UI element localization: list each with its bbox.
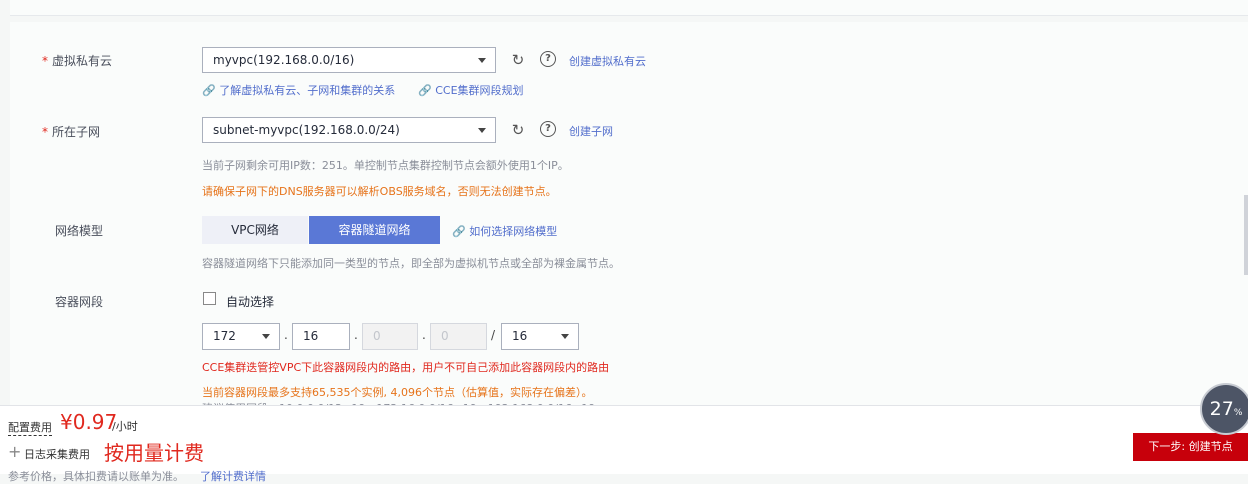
- help-icon[interactable]: ?: [540, 121, 556, 137]
- network-model-help-link-text: 如何选择网络模型: [469, 225, 558, 238]
- create-vpc-link[interactable]: 创建虚拟私有云: [569, 53, 646, 69]
- required-mark: *: [42, 54, 48, 68]
- cidr-octet-1-select[interactable]: 172: [202, 323, 280, 350]
- cidr-capacity-warning: 当前容器网段最多支持65,535个实例, 4,096个节点（估算值，实际存在偏差…: [202, 386, 593, 399]
- cidr-route-error: CCE集群迭管控VPC下此容器网段内的路由，用户不可自己添加此容器网段内的路由: [202, 361, 610, 374]
- chevron-down-icon: [262, 334, 270, 339]
- link-icon: 🔗: [452, 225, 466, 238]
- cidr-mask-value: 16: [512, 329, 528, 343]
- cidr-octet-3-input: 0: [362, 323, 418, 350]
- vpc-select-value: myvpc(192.168.0.0/16): [213, 53, 355, 67]
- vpc-label: * 虚拟私有云: [42, 52, 112, 69]
- chevron-down-icon: [478, 58, 486, 63]
- cidr-mask-select[interactable]: 16: [501, 323, 579, 350]
- auto-select-label: 自动选择: [226, 295, 275, 309]
- vpc-select[interactable]: myvpc(192.168.0.0/16): [202, 47, 496, 73]
- vpc-label-text: 虚拟私有云: [52, 54, 113, 68]
- required-mark: *: [42, 125, 48, 139]
- mask-separator: /: [491, 328, 496, 342]
- vpc-relation-link[interactable]: 🔗 了解虚拟私有云、子网和集群的关系: [202, 82, 395, 98]
- subnet-dns-warning: 请确保子网下的DNS服务器可以解析OBS服务域名，否则无法创建节点。: [202, 185, 557, 198]
- scrollbar[interactable]: [1244, 195, 1248, 275]
- vpc-relation-link-text: 了解虚拟私有云、子网和集群的关系: [219, 84, 396, 97]
- octet-separator: .: [354, 328, 358, 342]
- tunnel-network-option[interactable]: 容器隧道网络: [309, 216, 440, 244]
- progress-value: 27: [1209, 398, 1234, 420]
- network-model-hint: 容器隧道网络下只能添加同一类型的节点，即全部为虚拟机节点或全部为裸金属节点。: [202, 257, 620, 270]
- cidr-octet-2-input[interactable]: 16: [292, 323, 350, 350]
- network-model-help-link[interactable]: 🔗 如何选择网络模型: [452, 223, 557, 239]
- subnet-select-value: subnet-myvpc(192.168.0.0/24): [213, 123, 400, 137]
- subnet-label-text: 所在子网: [52, 125, 101, 139]
- previous-section-card: [10, 0, 1248, 16]
- log-fee-label: 日志采集费用: [24, 448, 90, 461]
- cidr-octet-4-input: 0: [430, 323, 487, 350]
- octet-separator: .: [284, 328, 288, 342]
- expand-plus-icon[interactable]: +: [8, 442, 21, 461]
- refresh-icon[interactable]: ↻: [510, 52, 526, 68]
- footer-bar: 配置费用 ¥0.97 /小时 + 日志采集费用 按用量计费 参考价格，具体扣费请…: [0, 405, 1248, 483]
- log-fee-value: 按用量计费: [104, 441, 204, 465]
- chevron-down-icon: [561, 334, 569, 339]
- cidr-octet-1-value: 172: [213, 329, 236, 343]
- price-reference-note: 参考价格，具体扣费请以账单为准。: [8, 470, 184, 483]
- refresh-icon[interactable]: ↻: [510, 122, 526, 138]
- cidr-planning-link-text: CCE集群网段规划: [435, 84, 524, 97]
- vpc-network-option[interactable]: VPC网络: [202, 216, 308, 244]
- octet-separator: .: [422, 328, 426, 342]
- link-icon: 🔗: [202, 84, 216, 97]
- progress-unit: %: [1233, 408, 1243, 418]
- config-fee-label: 配置费用: [8, 421, 52, 436]
- container-cidr-label: 容器网段: [55, 295, 104, 309]
- network-model-label: 网络模型: [55, 224, 104, 238]
- next-create-node-button[interactable]: 下一步: 创建节点: [1133, 433, 1248, 461]
- create-subnet-link[interactable]: 创建子网: [569, 123, 613, 139]
- help-icon[interactable]: ?: [540, 51, 556, 67]
- chevron-down-icon: [478, 128, 486, 133]
- config-fee-unit: /小时: [112, 420, 138, 433]
- billing-details-link[interactable]: 了解计费详情: [200, 468, 266, 484]
- link-icon: 🔗: [418, 84, 432, 97]
- config-fee-price: ¥0.97: [60, 410, 118, 434]
- subnet-label: * 所在子网: [42, 123, 100, 140]
- progress-indicator: 27%: [1200, 383, 1248, 435]
- cidr-planning-link[interactable]: 🔗 CCE集群网段规划: [418, 82, 524, 98]
- subnet-ip-hint: 当前子网剩余可用IP数：251。单控制节点集群控制节点会额外使用1个IP。: [202, 159, 569, 172]
- subnet-select[interactable]: subnet-myvpc(192.168.0.0/24): [202, 117, 496, 143]
- network-settings-panel: [10, 22, 1248, 412]
- auto-select-checkbox[interactable]: [203, 292, 216, 305]
